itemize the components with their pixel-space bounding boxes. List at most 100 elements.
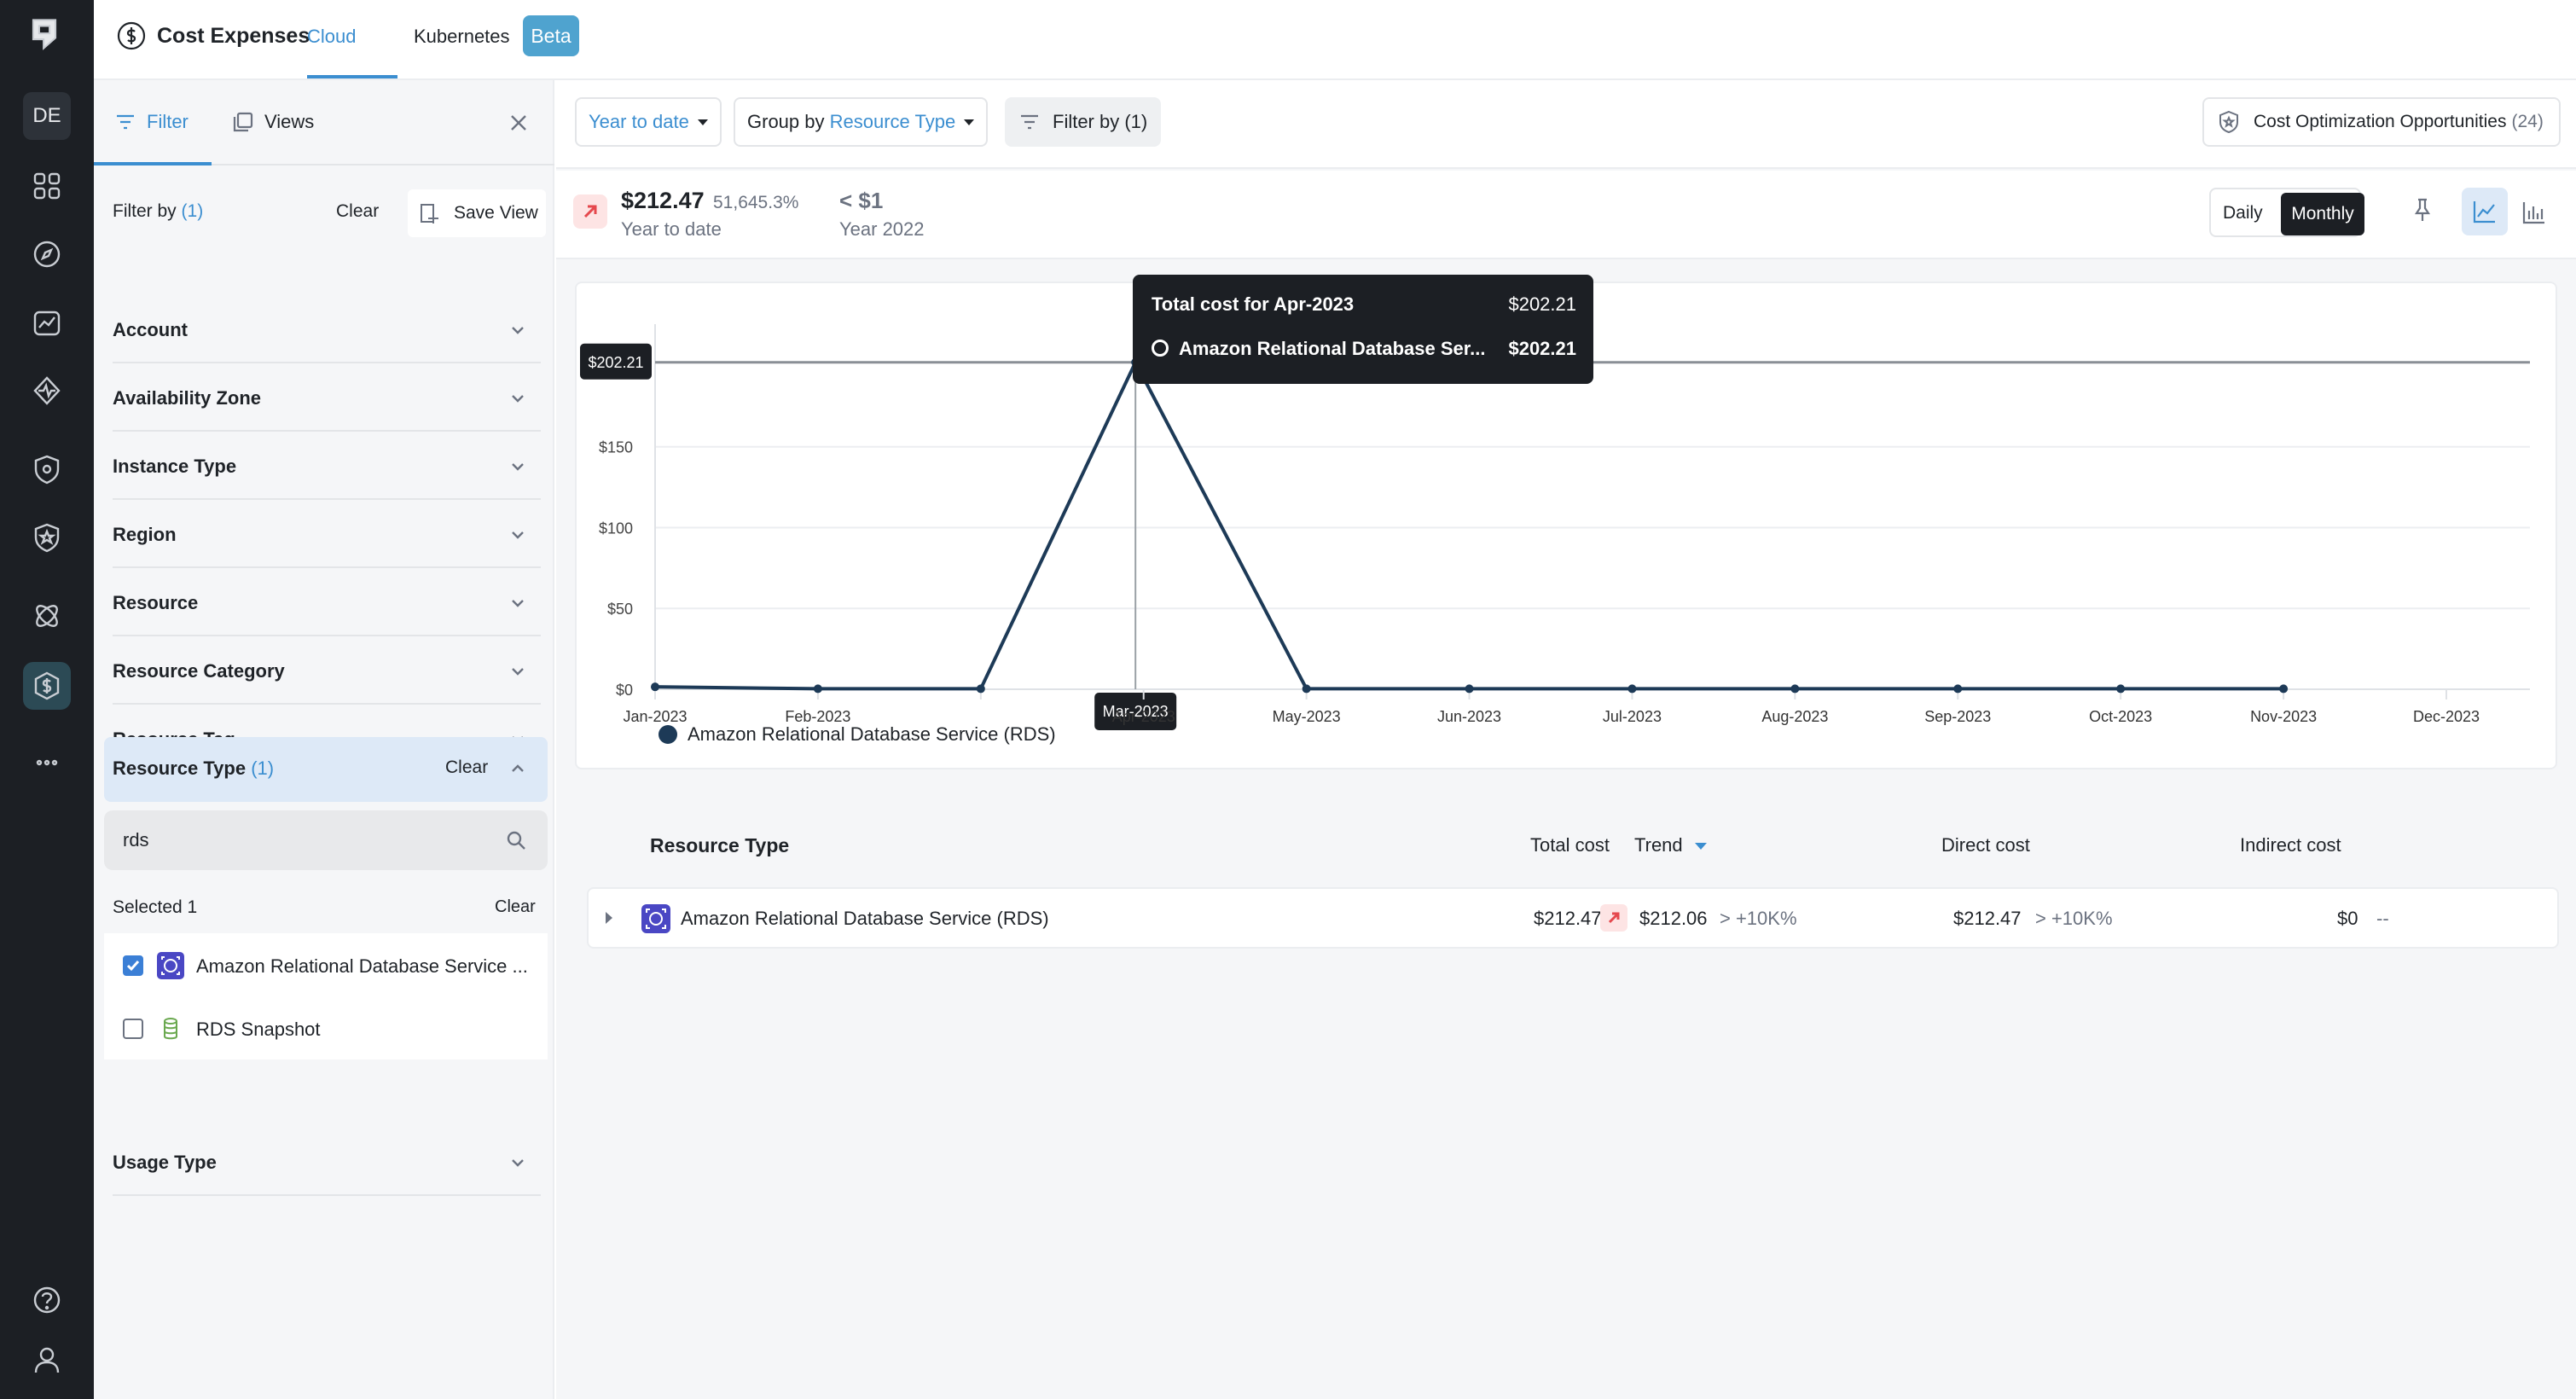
facet-resource-category[interactable]: Resource Category bbox=[113, 638, 541, 705]
facet-resource-type-text: Resource Type bbox=[113, 758, 247, 779]
user-icon[interactable] bbox=[23, 1336, 71, 1384]
total-period: Year to date bbox=[621, 218, 722, 240]
facet-resource-type[interactable]: Resource Type (1) Clear bbox=[104, 737, 548, 802]
date-range-value: Year to date bbox=[589, 111, 689, 132]
help-icon[interactable] bbox=[23, 1276, 71, 1324]
workspace-avatar[interactable]: DE bbox=[23, 92, 71, 140]
column-header-indirect-cost[interactable]: Indirect cost bbox=[2240, 834, 2341, 856]
facet-usage-type[interactable]: Usage Type bbox=[113, 1129, 541, 1196]
column-header-resource-type[interactable]: Resource Type bbox=[650, 834, 789, 857]
tab-kubernetes[interactable]: Kubernetes bbox=[414, 26, 510, 48]
column-header-total-cost[interactable]: Total cost bbox=[1530, 834, 1610, 856]
checkbox-unchecked[interactable] bbox=[123, 1019, 143, 1039]
selected-count-label: Selected 1 bbox=[113, 897, 198, 917]
filter-by-row: Filter by (1) Clear Save View bbox=[113, 189, 546, 237]
previous-amount: < $1 bbox=[839, 188, 884, 213]
line-chart-icon[interactable] bbox=[2462, 188, 2508, 235]
more-icon[interactable] bbox=[23, 739, 71, 787]
selected-clear-button[interactable]: Clear bbox=[495, 897, 536, 917]
x-tick-label: May-2023 bbox=[1273, 708, 1341, 725]
activity-icon[interactable] bbox=[23, 367, 71, 415]
facet-label: Resource Category bbox=[113, 660, 285, 682]
home-logo-icon[interactable] bbox=[27, 17, 67, 56]
resource-type-search-input[interactable]: rds bbox=[104, 810, 548, 870]
checkbox-checked[interactable] bbox=[123, 955, 143, 976]
cost-optimization-label: Cost Optimization Opportunities bbox=[2254, 112, 2507, 131]
save-view-icon bbox=[421, 204, 438, 223]
rds-service-icon bbox=[157, 952, 184, 979]
legend-label: Amazon Relational Database Service (RDS) bbox=[688, 723, 1056, 745]
data-point bbox=[1302, 684, 1311, 694]
facet-resource[interactable]: Resource bbox=[113, 570, 541, 636]
facet-label: Usage Type bbox=[113, 1152, 217, 1173]
facet-instance-type[interactable]: Instance Type bbox=[113, 433, 541, 500]
column-header-direct-cost[interactable]: Direct cost bbox=[1941, 834, 2030, 856]
data-point bbox=[651, 682, 659, 692]
legend-swatch bbox=[659, 725, 677, 744]
chart-tooltip: Total cost for Apr-2023 $202.21 Amazon R… bbox=[1133, 275, 1593, 384]
chevron-down-icon[interactable] bbox=[508, 457, 527, 476]
facet-region[interactable]: Region bbox=[113, 502, 541, 568]
row-direct-cost: $212.47 bbox=[1953, 908, 2022, 929]
y-tick-label: $150 bbox=[599, 439, 633, 456]
star-shield-icon[interactable] bbox=[23, 514, 71, 561]
x-tick-label: Jun-2023 bbox=[1437, 708, 1501, 725]
tooltip-total: $202.21 bbox=[1508, 293, 1576, 315]
save-view-button[interactable]: Save View bbox=[408, 189, 546, 237]
search-value: rds bbox=[123, 829, 149, 850]
option-label: Amazon Relational Database Service ... bbox=[196, 955, 528, 977]
close-icon[interactable] bbox=[507, 111, 531, 135]
data-point bbox=[1627, 684, 1637, 694]
option-rds-snapshot[interactable]: RDS Snapshot bbox=[104, 996, 548, 1059]
date-range-dropdown[interactable]: Year to date bbox=[575, 97, 722, 147]
granularity-daily[interactable]: Daily bbox=[2223, 203, 2263, 223]
cost-dollar-icon[interactable] bbox=[23, 662, 71, 710]
column-header-trend[interactable]: Trend bbox=[1634, 834, 1707, 856]
rds-snapshot-icon bbox=[157, 1015, 184, 1042]
chevron-down-icon[interactable] bbox=[508, 662, 527, 681]
facet-resource-type-label: Resource Type (1) bbox=[113, 758, 274, 780]
cost-optimization-button[interactable]: Cost Optimization Opportunities (24) bbox=[2202, 97, 2561, 147]
data-point bbox=[1953, 684, 1963, 694]
filter-icon bbox=[117, 114, 134, 130]
page-title: Cost Expenses bbox=[114, 19, 310, 53]
integrations-icon[interactable] bbox=[23, 592, 71, 640]
pin-icon[interactable] bbox=[2409, 196, 2440, 227]
chevron-down-icon[interactable] bbox=[508, 321, 527, 340]
bar-chart-icon[interactable] bbox=[2515, 193, 2554, 232]
clear-filters-button[interactable]: Clear bbox=[336, 201, 379, 222]
chevron-down-icon[interactable] bbox=[508, 389, 527, 408]
tab-views[interactable]: Views bbox=[232, 111, 314, 133]
y-tick-label: $50 bbox=[607, 601, 633, 618]
chevron-up-icon[interactable] bbox=[508, 759, 527, 782]
star-shield-icon bbox=[2219, 110, 2238, 134]
table-row[interactable]: Amazon Relational Database Service (RDS)… bbox=[587, 887, 2559, 949]
row-name: Amazon Relational Database Service (RDS) bbox=[681, 908, 1049, 929]
facet-resource-type-count: (1) bbox=[251, 758, 275, 779]
analytics-icon[interactable] bbox=[23, 299, 71, 346]
dashboard-grid-icon[interactable] bbox=[23, 162, 71, 210]
chart-legend[interactable]: Amazon Relational Database Service (RDS) bbox=[659, 723, 1056, 746]
row-total-cost: $212.47 bbox=[1534, 908, 1602, 929]
x-tick-label: Sep-2023 bbox=[1924, 708, 1991, 725]
chevron-down-icon[interactable] bbox=[508, 525, 527, 544]
chevron-down-icon[interactable] bbox=[508, 1153, 527, 1176]
trend-up-icon bbox=[573, 194, 607, 229]
compass-icon[interactable] bbox=[23, 230, 71, 278]
filter-by-button[interactable]: Filter by (1) bbox=[1005, 97, 1162, 147]
facet-account[interactable]: Account bbox=[113, 297, 541, 363]
expand-row-icon[interactable] bbox=[606, 912, 612, 924]
tab-filter[interactable]: Filter bbox=[114, 111, 189, 133]
facet-label: Resource bbox=[113, 592, 199, 613]
facet-label: Instance Type bbox=[113, 456, 237, 477]
tab-cloud[interactable]: Cloud bbox=[307, 26, 356, 48]
security-shield-icon[interactable] bbox=[23, 445, 71, 493]
facet-resource-type-clear-button[interactable]: Clear bbox=[445, 758, 488, 778]
total-amount: $212.47 bbox=[621, 188, 705, 213]
chevron-down-icon[interactable] bbox=[508, 594, 527, 612]
option-amazon-rds[interactable]: Amazon Relational Database Service ... bbox=[104, 933, 548, 996]
facet-availability-zone[interactable]: Availability Zone bbox=[113, 365, 541, 432]
group-by-dropdown[interactable]: Group by Resource Type bbox=[734, 97, 989, 147]
granularity-monthly[interactable]: Monthly bbox=[2281, 193, 2364, 235]
caret-down-icon bbox=[964, 119, 975, 125]
